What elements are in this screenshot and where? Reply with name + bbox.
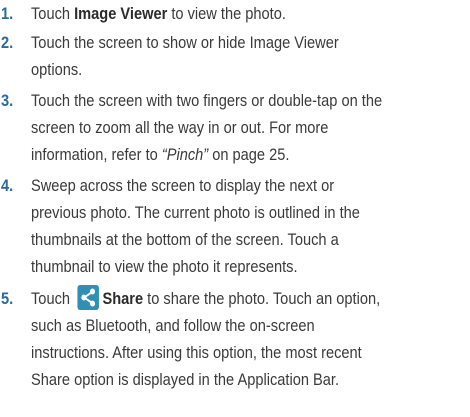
step-text: Touch the screen to show or hide Image V… — [31, 29, 465, 83]
step-text-suffix: to share the photo. Touch an option, — [143, 289, 381, 308]
step-line: Touch the screen to show or hide Image V… — [31, 33, 339, 52]
step-text-suffix: on page 25. — [208, 145, 290, 164]
image-viewer-label: Image Viewer — [74, 4, 168, 23]
step-line: information, refer to “Pinch” on page 25… — [31, 141, 465, 168]
step-number: 4. — [1, 176, 14, 195]
step-line: instructions. After using this option, t… — [31, 343, 362, 362]
step-number: 5. — [1, 289, 14, 308]
step-text: Touch Share to share the photo. Touch an… — [31, 285, 465, 393]
step-line: Sweep across the screen to display the n… — [31, 176, 335, 195]
step-text-prefix: information, refer to — [31, 145, 162, 164]
instruction-steps: 1. Touch Image Viewer to view the photo.… — [0, 0, 470, 417]
share-label: Share — [102, 289, 144, 308]
step-number: 1. — [1, 4, 14, 23]
step-text-prefix: Touch — [31, 289, 75, 308]
step-text-suffix: to view the photo. — [167, 4, 286, 23]
step-text: Touch the screen with two fingers or dou… — [31, 87, 465, 168]
step-text-prefix: Touch — [31, 4, 75, 23]
step-line: Touch the screen with two fingers or dou… — [31, 91, 383, 110]
step-text: Touch Image Viewer to view the photo. — [31, 0, 465, 27]
step-number: 2. — [1, 33, 14, 52]
share-icon — [77, 285, 100, 310]
step-text: Sweep across the screen to display the n… — [31, 172, 465, 280]
step-line: options. — [31, 60, 83, 79]
step-number: 3. — [1, 91, 14, 110]
step-line: screen to zoom all the way in or out. Fo… — [31, 118, 329, 137]
step-line: Touch Share to share the photo. Touch an… — [31, 285, 465, 312]
step-line: Share option is displayed in the Applica… — [31, 370, 340, 389]
step-line: such as Bluetooth, and follow the on-scr… — [31, 316, 315, 335]
pinch-reference-link: “Pinch” — [161, 145, 209, 164]
step-line: previous photo. The current photo is out… — [31, 203, 360, 222]
step-line: thumbnail to view the photo it represent… — [31, 257, 298, 276]
step-line: thumbnails at the bottom of the screen. … — [31, 230, 339, 249]
